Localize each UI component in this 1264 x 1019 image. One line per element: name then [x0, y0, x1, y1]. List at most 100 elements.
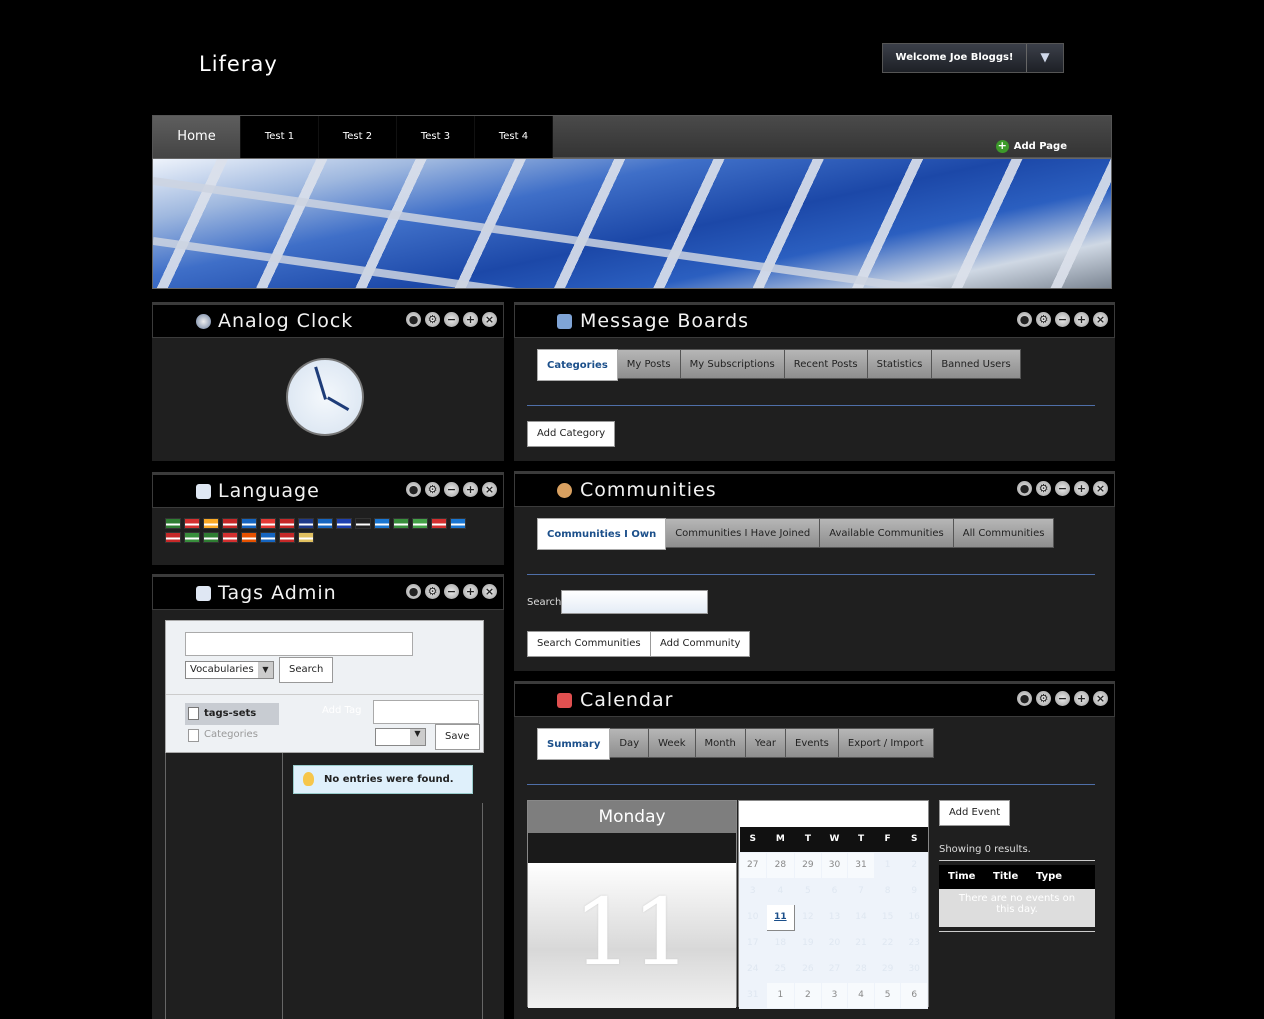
language-flag-icon[interactable]: [203, 532, 219, 543]
calendar-day[interactable]: 6: [900, 981, 928, 1009]
maximize-icon[interactable]: +: [1074, 481, 1089, 496]
tab-recent-posts[interactable]: Recent Posts: [784, 349, 868, 379]
look-and-feel-icon[interactable]: ●: [1017, 691, 1032, 706]
calendar-day[interactable]: 20: [820, 929, 849, 957]
tab-my-subscriptions[interactable]: My Subscriptions: [680, 349, 785, 379]
nav-tab-test-1[interactable]: Test 1: [241, 116, 319, 158]
tab-communities-i-have-joined[interactable]: Communities I Have Joined: [666, 518, 821, 548]
calendar-day[interactable]: 28: [765, 851, 796, 879]
gear-icon[interactable]: ⚙: [425, 584, 440, 599]
language-flag-icon[interactable]: [203, 518, 219, 529]
maximize-icon[interactable]: +: [463, 482, 478, 497]
gear-icon[interactable]: ⚙: [425, 482, 440, 497]
close-icon[interactable]: ×: [1093, 312, 1108, 327]
calendar-day[interactable]: 26: [794, 955, 822, 983]
nav-tab-home[interactable]: Home: [153, 116, 241, 158]
tab-day[interactable]: Day: [610, 728, 650, 758]
calendar-day[interactable]: 17: [739, 929, 767, 957]
calendar-day[interactable]: 19: [794, 929, 822, 957]
language-flag-icon[interactable]: [298, 518, 314, 529]
calendar-day[interactable]: 5: [794, 877, 822, 905]
gear-icon[interactable]: ⚙: [1036, 481, 1051, 496]
language-flag-icon[interactable]: [184, 518, 200, 529]
chevron-down-icon[interactable]: ▼: [410, 729, 425, 745]
close-icon[interactable]: ×: [482, 584, 497, 599]
calendar-day[interactable]: 27: [820, 955, 849, 983]
calendar-day[interactable]: 29: [873, 955, 902, 983]
language-flag-icon[interactable]: [184, 532, 200, 543]
add-category-button[interactable]: Add Category: [527, 421, 616, 447]
maximize-icon[interactable]: +: [1074, 691, 1089, 706]
chevron-down-icon[interactable]: ▼: [258, 662, 273, 678]
tags-search-button[interactable]: Search: [279, 657, 334, 683]
language-flag-icon[interactable]: [279, 518, 295, 529]
nav-tab-test-2[interactable]: Test 2: [319, 116, 397, 158]
tab-summary[interactable]: Summary: [537, 728, 611, 760]
tab-week[interactable]: Week: [649, 728, 696, 758]
vocabularies-select[interactable]: Vocabularies ▼: [185, 661, 274, 679]
look-and-feel-icon[interactable]: ●: [406, 584, 421, 599]
add-tag-input[interactable]: [373, 700, 479, 724]
tab-my-posts[interactable]: My Posts: [617, 349, 681, 379]
calendar-day[interactable]: 28: [847, 955, 875, 983]
calendar-day[interactable]: 24: [739, 955, 767, 983]
language-flag-icon[interactable]: [355, 518, 371, 529]
calendar-day[interactable]: 6: [820, 877, 849, 905]
language-flag-icon[interactable]: [260, 518, 276, 529]
language-flag-icon[interactable]: [222, 518, 238, 529]
tab-available-communities[interactable]: Available Communities: [820, 518, 954, 548]
language-flag-icon[interactable]: [298, 532, 314, 543]
calendar-day[interactable]: 7: [847, 877, 875, 905]
welcome-label[interactable]: Welcome Joe Bloggs!: [883, 44, 1027, 72]
calendar-day[interactable]: 10: [739, 903, 767, 931]
communities-search-input[interactable]: [561, 590, 708, 614]
user-menu[interactable]: Welcome Joe Bloggs! ▼: [882, 43, 1064, 73]
language-flag-icon[interactable]: [336, 518, 352, 529]
calendar-day[interactable]: 12: [794, 903, 822, 931]
maximize-icon[interactable]: +: [463, 312, 478, 327]
calendar-day[interactable]: 22: [873, 929, 902, 957]
add-page-button[interactable]: + Add Page: [995, 140, 1067, 153]
close-icon[interactable]: ×: [482, 482, 497, 497]
language-flag-icon[interactable]: [165, 518, 181, 529]
site-logo[interactable]: Liferay: [199, 52, 278, 76]
language-flag-icon[interactable]: [450, 518, 466, 529]
tab-year[interactable]: Year: [745, 728, 787, 758]
gear-icon[interactable]: ⚙: [1036, 312, 1051, 327]
look-and-feel-icon[interactable]: ●: [1017, 312, 1032, 327]
tags-search-input[interactable]: [185, 632, 413, 656]
look-and-feel-icon[interactable]: ●: [406, 482, 421, 497]
calendar-day[interactable]: 30: [820, 851, 849, 879]
language-flag-icon[interactable]: [222, 532, 238, 543]
look-and-feel-icon[interactable]: ●: [1017, 481, 1032, 496]
language-flag-icon[interactable]: [317, 518, 333, 529]
calendar-day[interactable]: 21: [847, 929, 875, 957]
gear-icon[interactable]: ⚙: [425, 312, 440, 327]
add-community-button[interactable]: Add Community: [650, 631, 751, 657]
minimize-icon[interactable]: −: [1055, 312, 1070, 327]
calendar-day[interactable]: 9: [900, 877, 928, 905]
search-communities-button[interactable]: Search Communities: [527, 631, 651, 657]
minimize-icon[interactable]: −: [1055, 691, 1070, 706]
chevron-down-icon[interactable]: ▼: [1027, 44, 1063, 72]
tab-communities-i-own[interactable]: Communities I Own: [537, 518, 667, 550]
maximize-icon[interactable]: +: [1074, 312, 1089, 327]
tag-vocabulary-select[interactable]: ▼: [375, 728, 426, 746]
language-flag-icon[interactable]: [431, 518, 447, 529]
calendar-day[interactable]: 25: [765, 955, 796, 983]
calendar-day[interactable]: 29: [794, 851, 822, 879]
tab-categories[interactable]: Categories: [537, 349, 618, 381]
language-flag-icon[interactable]: [165, 532, 181, 543]
tab-statistics[interactable]: Statistics: [867, 349, 933, 379]
nav-tab-test-3[interactable]: Test 3: [397, 116, 475, 158]
language-flag-icon[interactable]: [412, 518, 428, 529]
tab-events[interactable]: Events: [786, 728, 839, 758]
close-icon[interactable]: ×: [482, 312, 497, 327]
calendar-day[interactable]: 27: [739, 851, 767, 879]
calendar-day[interactable]: 13: [820, 903, 849, 931]
close-icon[interactable]: ×: [1093, 691, 1108, 706]
language-flag-icon[interactable]: [241, 532, 257, 543]
calendar-day[interactable]: 2: [900, 851, 928, 879]
language-flag-icon[interactable]: [374, 518, 390, 529]
calendar-day[interactable]: 31: [739, 981, 767, 1009]
